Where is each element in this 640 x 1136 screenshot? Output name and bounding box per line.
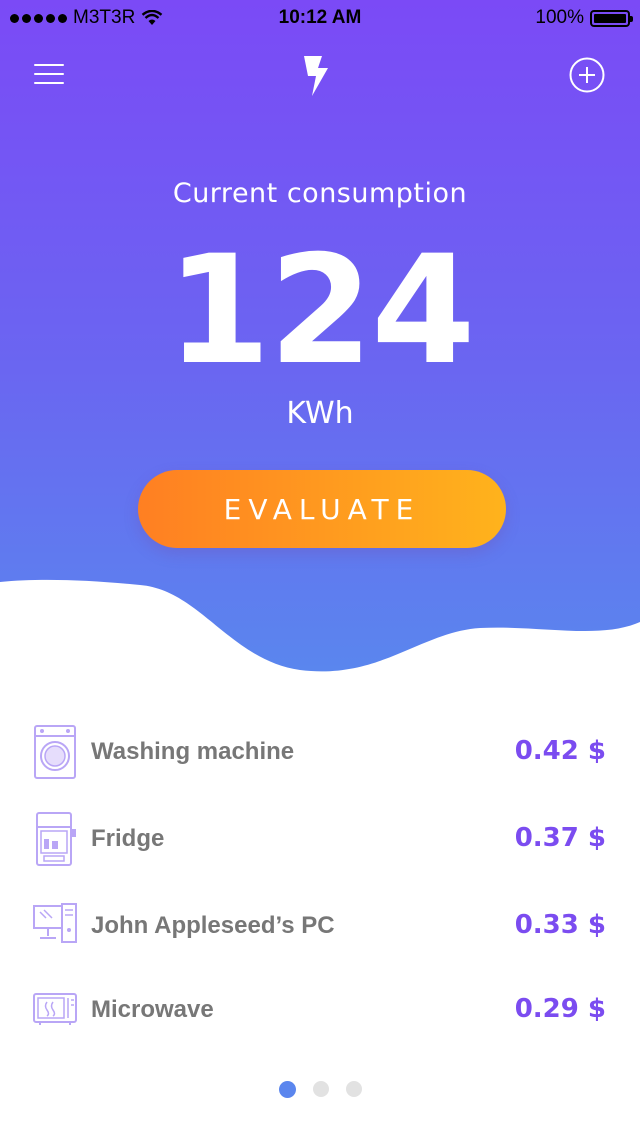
consumption-unit: KWh [286, 396, 354, 431]
device-cost: 0.42 $ [514, 736, 606, 766]
device-cost: 0.37 $ [514, 823, 606, 853]
battery-icon [590, 9, 633, 27]
washing-machine-icon [34, 725, 76, 779]
battery-percent: 100% [535, 7, 584, 28]
device-name: John Appleseed’s PC [91, 912, 335, 939]
list-item-microwave[interactable]: Microwave 0.29 $ [0, 982, 640, 1042]
hamburger-icon-line [34, 73, 64, 75]
status-bar: M3T3R 10:12 AM 100% [0, 0, 640, 36]
consumption-label: Current consumption [172, 178, 468, 209]
lightning-bolt-icon [304, 56, 328, 96]
device-name: Microwave [91, 996, 214, 1023]
microwave-icon [33, 993, 77, 1025]
pc-icon [33, 903, 77, 943]
consumption-value: 124 [166, 224, 475, 398]
page-dot[interactable] [345, 1081, 362, 1097]
fridge-icon [36, 812, 76, 866]
evaluate-button[interactable]: EVALUATE [138, 470, 506, 548]
page-dot-active[interactable] [278, 1081, 296, 1098]
list-item-fridge[interactable]: Fridge 0.37 $ [0, 811, 640, 871]
hamburger-icon-line [34, 64, 64, 66]
page-indicator [0, 1081, 640, 1098]
device-cost: 0.29 $ [514, 994, 606, 1024]
page-dot[interactable] [312, 1081, 329, 1097]
menu-button[interactable] [30, 60, 68, 90]
hamburger-icon-line [34, 82, 64, 84]
device-name: Washing machine [91, 738, 295, 765]
app-screen: M3T3R 10:12 AM 100% Current consumption … [0, 0, 640, 1136]
device-cost: 0.33 $ [514, 910, 606, 940]
plus-circle-icon[interactable] [568, 56, 606, 94]
status-right: 100% [535, 7, 633, 29]
list-item-pc[interactable]: John Appleseed’s PC 0.33 $ [0, 898, 640, 958]
device-name: Fridge [91, 825, 165, 852]
list-item-washing-machine[interactable]: Washing machine 0.42 $ [0, 724, 640, 784]
